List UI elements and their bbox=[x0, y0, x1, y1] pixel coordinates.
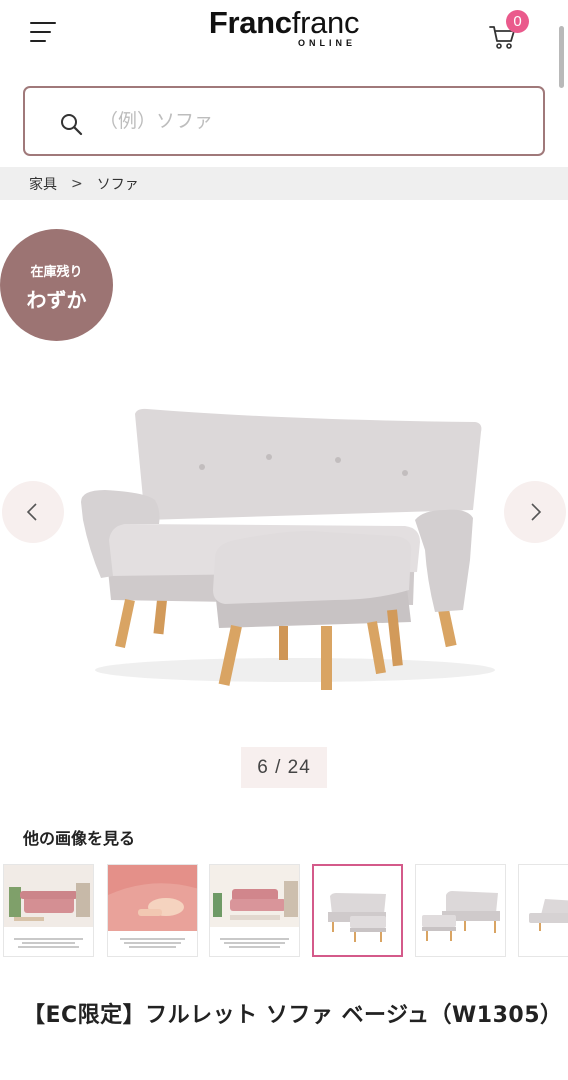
thumbnail-6[interactable] bbox=[518, 864, 568, 957]
thumbnail-2[interactable] bbox=[107, 864, 198, 957]
site-header: Francfranc ONLINE 0 bbox=[0, 0, 568, 88]
thumbnail-1[interactable] bbox=[3, 864, 94, 957]
chevron-left-icon bbox=[26, 503, 37, 521]
gallery-counter: 6 / 24 bbox=[241, 747, 327, 788]
cart-count-badge: 0 bbox=[506, 10, 529, 33]
gallery-next-button[interactable] bbox=[504, 481, 566, 543]
stock-status-badge: 在庫残り わずか bbox=[0, 229, 113, 341]
logo-text-bold: Franc bbox=[208, 5, 292, 40]
scrollbar[interactable] bbox=[559, 26, 564, 88]
thumbnail-strip bbox=[3, 864, 568, 957]
breadcrumb-item-furniture[interactable]: 家具 bbox=[29, 174, 57, 194]
product-page: Francfranc ONLINE 0 家具 > ソファ 在庫残り わずか bbox=[0, 0, 568, 1080]
cart-button[interactable]: 0 bbox=[488, 10, 532, 52]
product-title: 【EC限定】フルレット ソファ ベージュ（W1305） bbox=[23, 1003, 563, 1028]
gallery-prev-button[interactable] bbox=[2, 481, 64, 543]
chevron-right-icon bbox=[531, 503, 542, 521]
stock-badge-line1: 在庫残り bbox=[30, 265, 83, 280]
more-images-heading: 他の画像を見る bbox=[23, 829, 136, 848]
search-input[interactable] bbox=[99, 102, 519, 140]
site-logo[interactable]: Francfranc ONLINE bbox=[0, 5, 568, 49]
thumbnail-4-active[interactable] bbox=[312, 864, 403, 957]
product-main-image[interactable] bbox=[75, 400, 495, 700]
stock-badge-line2: わずか bbox=[26, 288, 87, 312]
search-box bbox=[23, 86, 545, 156]
logo-text-regular: franc bbox=[291, 5, 360, 40]
thumbnail-3[interactable] bbox=[209, 864, 300, 957]
breadcrumb-separator: > bbox=[71, 175, 83, 192]
thumbnail-5[interactable] bbox=[415, 864, 506, 957]
breadcrumb: 家具 > ソファ bbox=[0, 167, 568, 200]
search-icon[interactable] bbox=[59, 112, 83, 136]
breadcrumb-item-sofa[interactable]: ソファ bbox=[97, 174, 139, 194]
